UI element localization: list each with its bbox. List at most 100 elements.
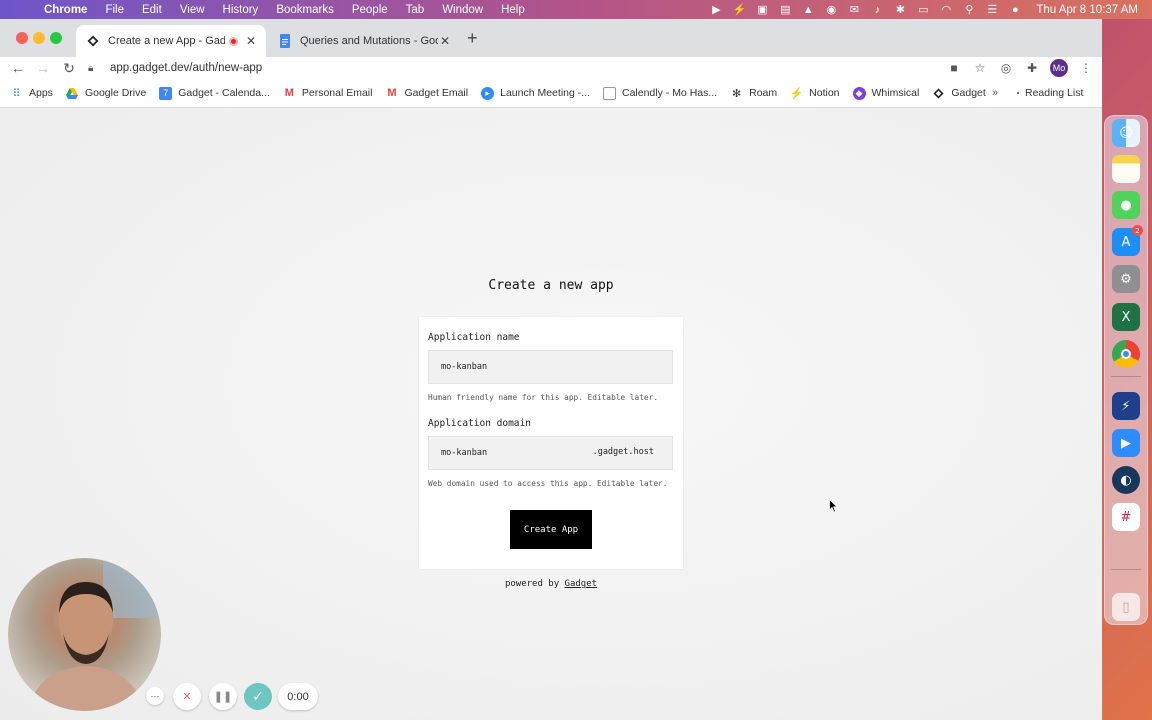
menubar-clock[interactable]: Thu Apr 8 10:37 AM [1036, 4, 1138, 16]
tab-queries-mutations[interactable]: Queries and Mutations - Goog ✕ [268, 25, 460, 57]
bookmarks-overflow-button[interactable]: » [992, 87, 998, 99]
bookmark-personal-email[interactable]: M Personal Email [283, 87, 373, 100]
bookmark-label: Apps [29, 87, 53, 99]
gadget-icon [932, 87, 945, 100]
webcam-person-image [28, 558, 161, 711]
extensions-puzzle-icon[interactable]: ✚ [1024, 60, 1040, 76]
menu-people[interactable]: People [352, 4, 388, 16]
fullscreen-window-button[interactable] [50, 32, 62, 44]
notes-icon[interactable] [1112, 155, 1140, 183]
bookmark-gadget-email[interactable]: M Gadget Email [385, 87, 468, 100]
close-window-button[interactable] [16, 32, 28, 44]
bluetooth-icon[interactable]: ✱ [893, 4, 907, 16]
app-domain-input[interactable] [429, 437, 579, 469]
app-store-icon[interactable]: A2 [1112, 225, 1143, 256]
new-app-form: Application name Human friendly name for… [419, 317, 683, 569]
app-icon[interactable]: ▤ [778, 4, 792, 16]
app-name-input[interactable] [428, 350, 673, 384]
menu-tab[interactable]: Tab [406, 4, 425, 16]
kebab-menu-icon[interactable]: ⋮ [1078, 60, 1094, 76]
bookmark-label: Roam [749, 87, 778, 99]
pen-icon[interactable]: ▲ [801, 4, 815, 16]
profile-avatar[interactable]: Mo [1050, 59, 1068, 77]
recorder-pause-icon[interactable]: ❚❚ [209, 683, 237, 710]
zoom-icon[interactable]: ▶ [1112, 429, 1140, 457]
menu-app-name[interactable]: Chrome [44, 4, 87, 16]
recorder-cancel-icon[interactable]: ✕ [173, 683, 201, 710]
mail-icon[interactable]: ✉ [847, 4, 861, 16]
recorder-more-button[interactable]: ··· [146, 687, 164, 705]
excel-icon[interactable]: X [1112, 303, 1140, 331]
menu-edit[interactable]: Edit [142, 4, 162, 16]
minimize-window-button[interactable] [33, 32, 45, 44]
bolt-icon[interactable]: ⚡ [732, 4, 746, 16]
bookmark-whimsical[interactable]: ◆ Whimsical [852, 86, 920, 100]
camera-icon[interactable]: ■ [946, 60, 962, 76]
search-icon[interactable]: ⚲ [962, 4, 976, 16]
password-icon[interactable]: ◉ [824, 4, 838, 16]
bookmark-gadget-calendar[interactable]: 7 Gadget - Calenda... [159, 86, 270, 100]
volume-icon[interactable]: ♪ [870, 4, 884, 16]
address-bar[interactable]: 🔒︎ app.gadget.dev/auth/new-app [88, 57, 938, 79]
steam-icon[interactable]: ◐ [1112, 466, 1140, 494]
apple-menu-icon[interactable] [16, 3, 30, 17]
powered-by: powered by Gadget [0, 579, 1102, 589]
tab-create-app[interactable]: Create a new App - Gadget ✕ [76, 25, 266, 57]
url-text[interactable]: app.gadget.dev/auth/new-app [110, 62, 262, 74]
siri-icon[interactable]: ● [1008, 4, 1022, 16]
menu-help[interactable]: Help [501, 4, 525, 16]
recorder-finish-icon[interactable]: ✓ [244, 683, 272, 710]
reload-icon[interactable]: ↻ [60, 59, 78, 77]
browser-window: Create a new App - Gadget ✕ Queries and … [0, 19, 1102, 720]
bookmark-label: Notion [809, 87, 840, 99]
new-tab-button[interactable]: + [467, 29, 478, 47]
gmail-icon: M [284, 87, 294, 99]
tab-title: Queries and Mutations - Goog [300, 35, 438, 47]
bookmark-google-drive[interactable]: Google Drive [66, 87, 146, 100]
bookmark-apps[interactable]: ⠿ Apps [10, 87, 53, 100]
reading-list-button[interactable]: Reading List [1017, 87, 1083, 99]
wifi-icon[interactable]: ◠ [939, 4, 953, 16]
menu-view[interactable]: View [180, 4, 205, 16]
reading-list-icon [1017, 92, 1019, 94]
bolt-app-icon[interactable]: ⚡ [1112, 392, 1140, 420]
video-icon[interactable]: ▶ [709, 4, 723, 16]
chrome-icon[interactable] [1112, 340, 1140, 368]
zoom-icon: ▸ [481, 86, 495, 100]
menu-file[interactable]: File [105, 4, 124, 16]
whimsical-icon: ◆ [852, 86, 866, 100]
slack-icon[interactable]: # [1112, 503, 1140, 531]
calendar-icon: 7 [159, 86, 173, 100]
menu-window[interactable]: Window [442, 4, 483, 16]
finder-icon[interactable]: ☺ [1112, 119, 1140, 147]
lock-icon[interactable]: 🔒︎ [88, 63, 100, 74]
menu-bookmarks[interactable]: Bookmarks [276, 4, 334, 16]
bolt-icon: ⚡ [789, 87, 804, 100]
battery-icon[interactable]: ▭ [916, 4, 930, 16]
bookmark-label: Whimsical [871, 87, 920, 99]
bookmark-gadget[interactable]: Gadget [932, 87, 986, 100]
google-docs-favicon-icon [278, 34, 292, 48]
back-arrow-icon[interactable]: ← [9, 59, 27, 77]
create-app-button[interactable]: Create App [510, 510, 592, 549]
gadget-link[interactable]: Gadget [565, 579, 598, 589]
bookmark-calendly[interactable]: Calendly - Mo Has... [603, 86, 717, 100]
password-manager-icon[interactable]: ◎ [998, 60, 1014, 76]
bookmark-star-icon[interactable]: ☆ [972, 60, 988, 76]
bookmark-launch-meeting[interactable]: ▸ Launch Meeting -... [481, 86, 590, 100]
app-name-help: Human friendly name for this app. Editab… [428, 393, 659, 402]
bookmark-label: Gadget [951, 87, 986, 99]
notes-icon[interactable]: ▣ [755, 4, 769, 16]
forward-arrow-icon[interactable]: → [34, 59, 52, 77]
menu-history[interactable]: History [223, 4, 259, 16]
trash-icon[interactable]: ▯ [1112, 593, 1140, 621]
webcam-bubble[interactable] [8, 558, 161, 711]
system-preferences-icon[interactable]: ⚙ [1112, 265, 1140, 293]
messages-icon[interactable]: ● [1112, 191, 1140, 219]
page-content: Create a new app Application name Human … [0, 108, 1102, 720]
close-tab-icon[interactable]: ✕ [244, 34, 258, 48]
bookmark-roam[interactable]: ✻ Roam [730, 87, 777, 100]
close-tab-icon[interactable]: ✕ [438, 34, 452, 48]
bookmark-notion[interactable]: ⚡ Notion [789, 87, 840, 100]
control-center-icon[interactable]: ☰ [985, 4, 999, 16]
